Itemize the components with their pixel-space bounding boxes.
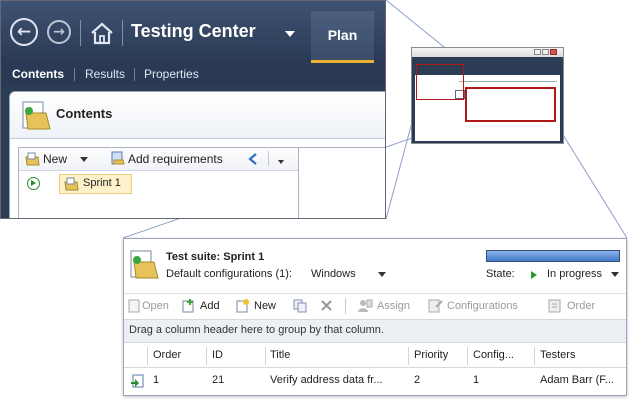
toolbar-separator [268, 151, 269, 166]
column-separator [467, 347, 468, 365]
subtab-separator [74, 68, 75, 81]
toolbar-overflow-icon[interactable] [278, 160, 284, 164]
test-suite-header: Test suite: Sprint 1 Default configurati… [124, 239, 626, 291]
grid-header: Order ID Title Priority Config... Tester… [124, 345, 626, 368]
window-thumbnail [411, 47, 564, 144]
title-separator [122, 20, 123, 46]
order-icon [548, 299, 561, 313]
details-pane [298, 147, 385, 218]
new-button[interactable]: New [43, 151, 67, 167]
back-arrow-icon: ← [16, 22, 32, 42]
add-icon [182, 299, 194, 313]
test-suite-folder-icon [22, 101, 51, 130]
toolbar-separator [345, 298, 346, 314]
state-select[interactable]: In progress [547, 268, 602, 280]
open-icon [128, 299, 140, 313]
subtab-bar: Contents Results Properties [1, 63, 385, 85]
default-configurations-label: Default configurations (1): [166, 268, 292, 280]
title-bar: ← → Testing Center Plan [1, 1, 385, 63]
open-button[interactable]: Open [142, 299, 169, 313]
column-separator [408, 347, 409, 365]
new-suite-icon [25, 152, 40, 166]
test-suite-title: Test suite: Sprint 1 [166, 251, 265, 263]
progress-bar [486, 250, 620, 262]
column-header-priority[interactable]: Priority [414, 349, 448, 361]
column-header-order[interactable]: Order [153, 349, 181, 361]
add-requirements-icon [111, 151, 125, 165]
testing-center-window: ← → Testing Center Plan Contents Results… [0, 0, 386, 219]
new-button[interactable]: New [254, 299, 276, 313]
tree-toolbar: New Add requirements [19, 148, 300, 171]
subtab-results[interactable]: Results [85, 67, 125, 81]
tab-plan[interactable]: Plan [311, 11, 374, 63]
configurations-icon [428, 299, 443, 313]
maximize-icon [542, 49, 549, 55]
column-header-configurations[interactable]: Config... [473, 349, 514, 361]
test-case-icon [131, 374, 144, 388]
contents-panel-header: Contents [10, 92, 385, 139]
back-button[interactable]: ← [10, 18, 38, 46]
refresh-icon[interactable] [246, 152, 261, 166]
configuration-select[interactable]: Windows [311, 268, 356, 280]
panel-title: Contents [56, 106, 113, 121]
minimize-icon [534, 49, 541, 55]
column-separator [147, 347, 148, 365]
assign-icon [358, 299, 373, 312]
state-dropdown-icon[interactable] [611, 272, 619, 277]
in-progress-play-icon [531, 271, 537, 279]
new-dropdown-icon[interactable] [80, 157, 88, 162]
tree-item-label: Sprint 1 [83, 177, 121, 189]
forward-button[interactable]: → [47, 20, 71, 44]
remove-icon[interactable] [320, 299, 333, 312]
thumbnail-line [459, 81, 557, 82]
test-suite-window: Test suite: Sprint 1 Default configurati… [123, 238, 627, 396]
new-test-case-icon [236, 299, 249, 313]
highlight-box-contents [416, 64, 464, 100]
nav-separator [80, 20, 81, 46]
add-requirements-button[interactable]: Add requirements [128, 151, 223, 167]
tree-item-sprint-1[interactable]: Sprint 1 [59, 174, 132, 194]
home-icon[interactable] [89, 21, 115, 45]
test-suite-icon [130, 250, 159, 279]
column-header-id[interactable]: ID [212, 349, 223, 361]
progress-bar-fill [487, 251, 619, 261]
test-case-toolbar: Open Add New Assign Configurations Order [124, 293, 626, 318]
app-title-dropdown-icon[interactable] [285, 31, 295, 37]
group-by-area[interactable]: Drag a column header here to group by th… [124, 319, 626, 343]
cell-configurations: 1 [473, 374, 480, 386]
state-label: State: [486, 268, 515, 280]
subtab-properties[interactable]: Properties [144, 67, 199, 81]
cell-title: Verify address data fr... [270, 374, 383, 386]
subtab-contents[interactable]: Contents [12, 67, 64, 81]
assign-button[interactable]: Assign [377, 299, 410, 313]
cell-order: 1 [153, 374, 160, 386]
column-separator [206, 347, 207, 365]
suite-folder-icon [64, 177, 79, 191]
column-header-title[interactable]: Title [270, 349, 290, 361]
close-icon [550, 49, 557, 55]
contents-panel: Contents New Add requirements Sprint 1 [9, 91, 385, 218]
cell-priority: 2 [414, 374, 421, 386]
thumbnail-title-bar [412, 48, 563, 57]
forward-arrow-icon: → [53, 24, 65, 40]
cell-testers: Adam Barr (F... [540, 374, 614, 386]
suite-tree: New Add requirements Sprint 1 [18, 147, 301, 218]
expand-icon[interactable] [27, 177, 40, 190]
group-by-hint: Drag a column header here to group by th… [129, 324, 384, 336]
column-separator [534, 347, 535, 365]
highlight-box-test-suite [465, 87, 556, 122]
cell-id: 21 [212, 374, 225, 386]
column-header-testers[interactable]: Testers [540, 349, 575, 361]
add-button[interactable]: Add [200, 299, 220, 313]
connector-line-bottom-right [559, 129, 628, 239]
configuration-dropdown-icon[interactable] [378, 272, 386, 277]
configurations-button[interactable]: Configurations [447, 299, 518, 313]
column-separator [265, 347, 266, 365]
subtab-separator [134, 68, 135, 81]
app-title: Testing Center [131, 21, 256, 41]
copy-icon[interactable] [293, 299, 308, 313]
table-row[interactable]: 1 21 Verify address data fr... 2 1 Adam … [124, 369, 626, 391]
order-button[interactable]: Order [567, 299, 595, 313]
